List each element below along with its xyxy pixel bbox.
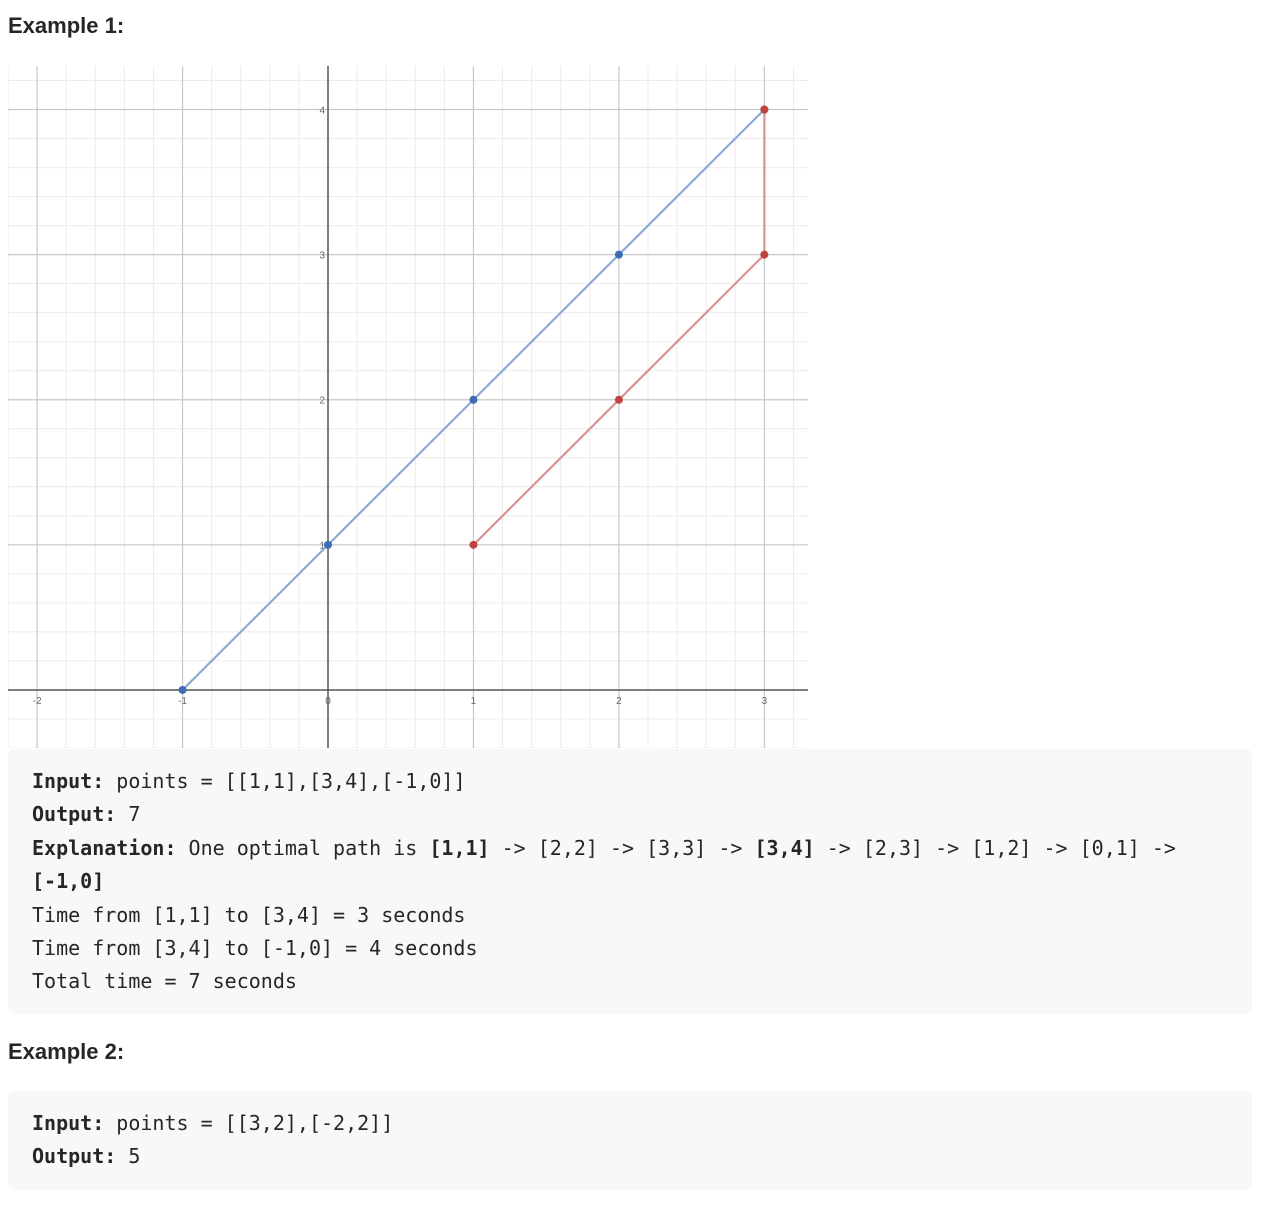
series-2-point: [760, 105, 769, 114]
series-2-point: [760, 250, 769, 259]
series-1-point: [324, 540, 332, 549]
x-tick-label: -2: [33, 696, 42, 707]
time-line-2: Time from [3,4] to [-1,0] = 4 seconds: [32, 935, 478, 960]
input-value: points = [[3,2],[-2,2]]: [104, 1111, 394, 1135]
series-1-point: [178, 685, 187, 694]
output-label: Output:: [32, 1144, 117, 1169]
input-label: Input:: [32, 1111, 105, 1135]
y-tick-label: 2: [319, 396, 325, 407]
explanation-end-point: [-1,0]: [32, 869, 105, 894]
x-tick-label: 1: [471, 696, 477, 707]
explanation-text-mid: -> [2,2] -> [3,3] ->: [489, 835, 755, 860]
tick-labels: -2 -1 0 1 2 31234: [33, 106, 768, 707]
x-tick-label: 3: [762, 696, 768, 707]
example-1-heading: Example 1:: [8, 13, 125, 38]
path-graph: -2 -1 0 1 2 31234: [8, 66, 808, 748]
grid-minor-lines: [8, 66, 808, 748]
grid-major-lines: [8, 66, 808, 748]
explanation-middle-point: [3,4]: [754, 835, 815, 860]
input-line: Input: points = [[3,2],[-2,2]]: [32, 1107, 1228, 1140]
series-1-point: [469, 395, 478, 404]
series-2-point: [469, 540, 478, 549]
series-2-point: [614, 395, 623, 404]
output-value: 5: [116, 1144, 141, 1169]
total-time-line: Total time = 7 seconds: [32, 969, 297, 994]
input-label: Input:: [32, 769, 105, 793]
explanation-start-point: [1,1]: [429, 835, 490, 860]
explanation-line: Explanation: One optimal path is [1,1] -…: [32, 832, 1228, 865]
input-value: points = [[1,1],[3,4],[-1,0]]: [104, 769, 466, 793]
explanation-label: Explanation:: [32, 835, 177, 860]
y-tick-label: 3: [319, 251, 325, 262]
axes: [8, 66, 808, 748]
example-2-heading: Example 2:: [8, 1039, 125, 1064]
x-tick-label: 0: [325, 696, 331, 707]
explanation-text-start: One optimal path is: [176, 835, 430, 860]
input-line: Input: points = [[1,1],[3,4],[-1,0]]: [32, 765, 1228, 798]
output-value: 7: [116, 802, 141, 827]
x-tick-label: -1: [178, 696, 187, 707]
explanation-text-end: -> [2,3] -> [1,2] -> [0,1] ->: [814, 835, 1176, 860]
x-tick-label: 2: [616, 696, 622, 707]
example-1-code-block: Input: points = [[1,1],[3,4],[-1,0]] Out…: [8, 749, 1252, 1014]
output-line: Output: 7: [32, 798, 1228, 831]
output-line: Output: 5: [32, 1140, 1228, 1173]
time-line-1: Time from [1,1] to [3,4] = 3 seconds: [32, 902, 466, 927]
y-tick-label: 4: [319, 106, 325, 117]
example-2-code-block: Input: points = [[3,2],[-2,2]] Output: 5: [8, 1091, 1252, 1190]
output-label: Output:: [32, 802, 117, 827]
series-1-point: [614, 250, 623, 259]
explanation-line-wrap: [-1,0]: [32, 865, 1228, 898]
